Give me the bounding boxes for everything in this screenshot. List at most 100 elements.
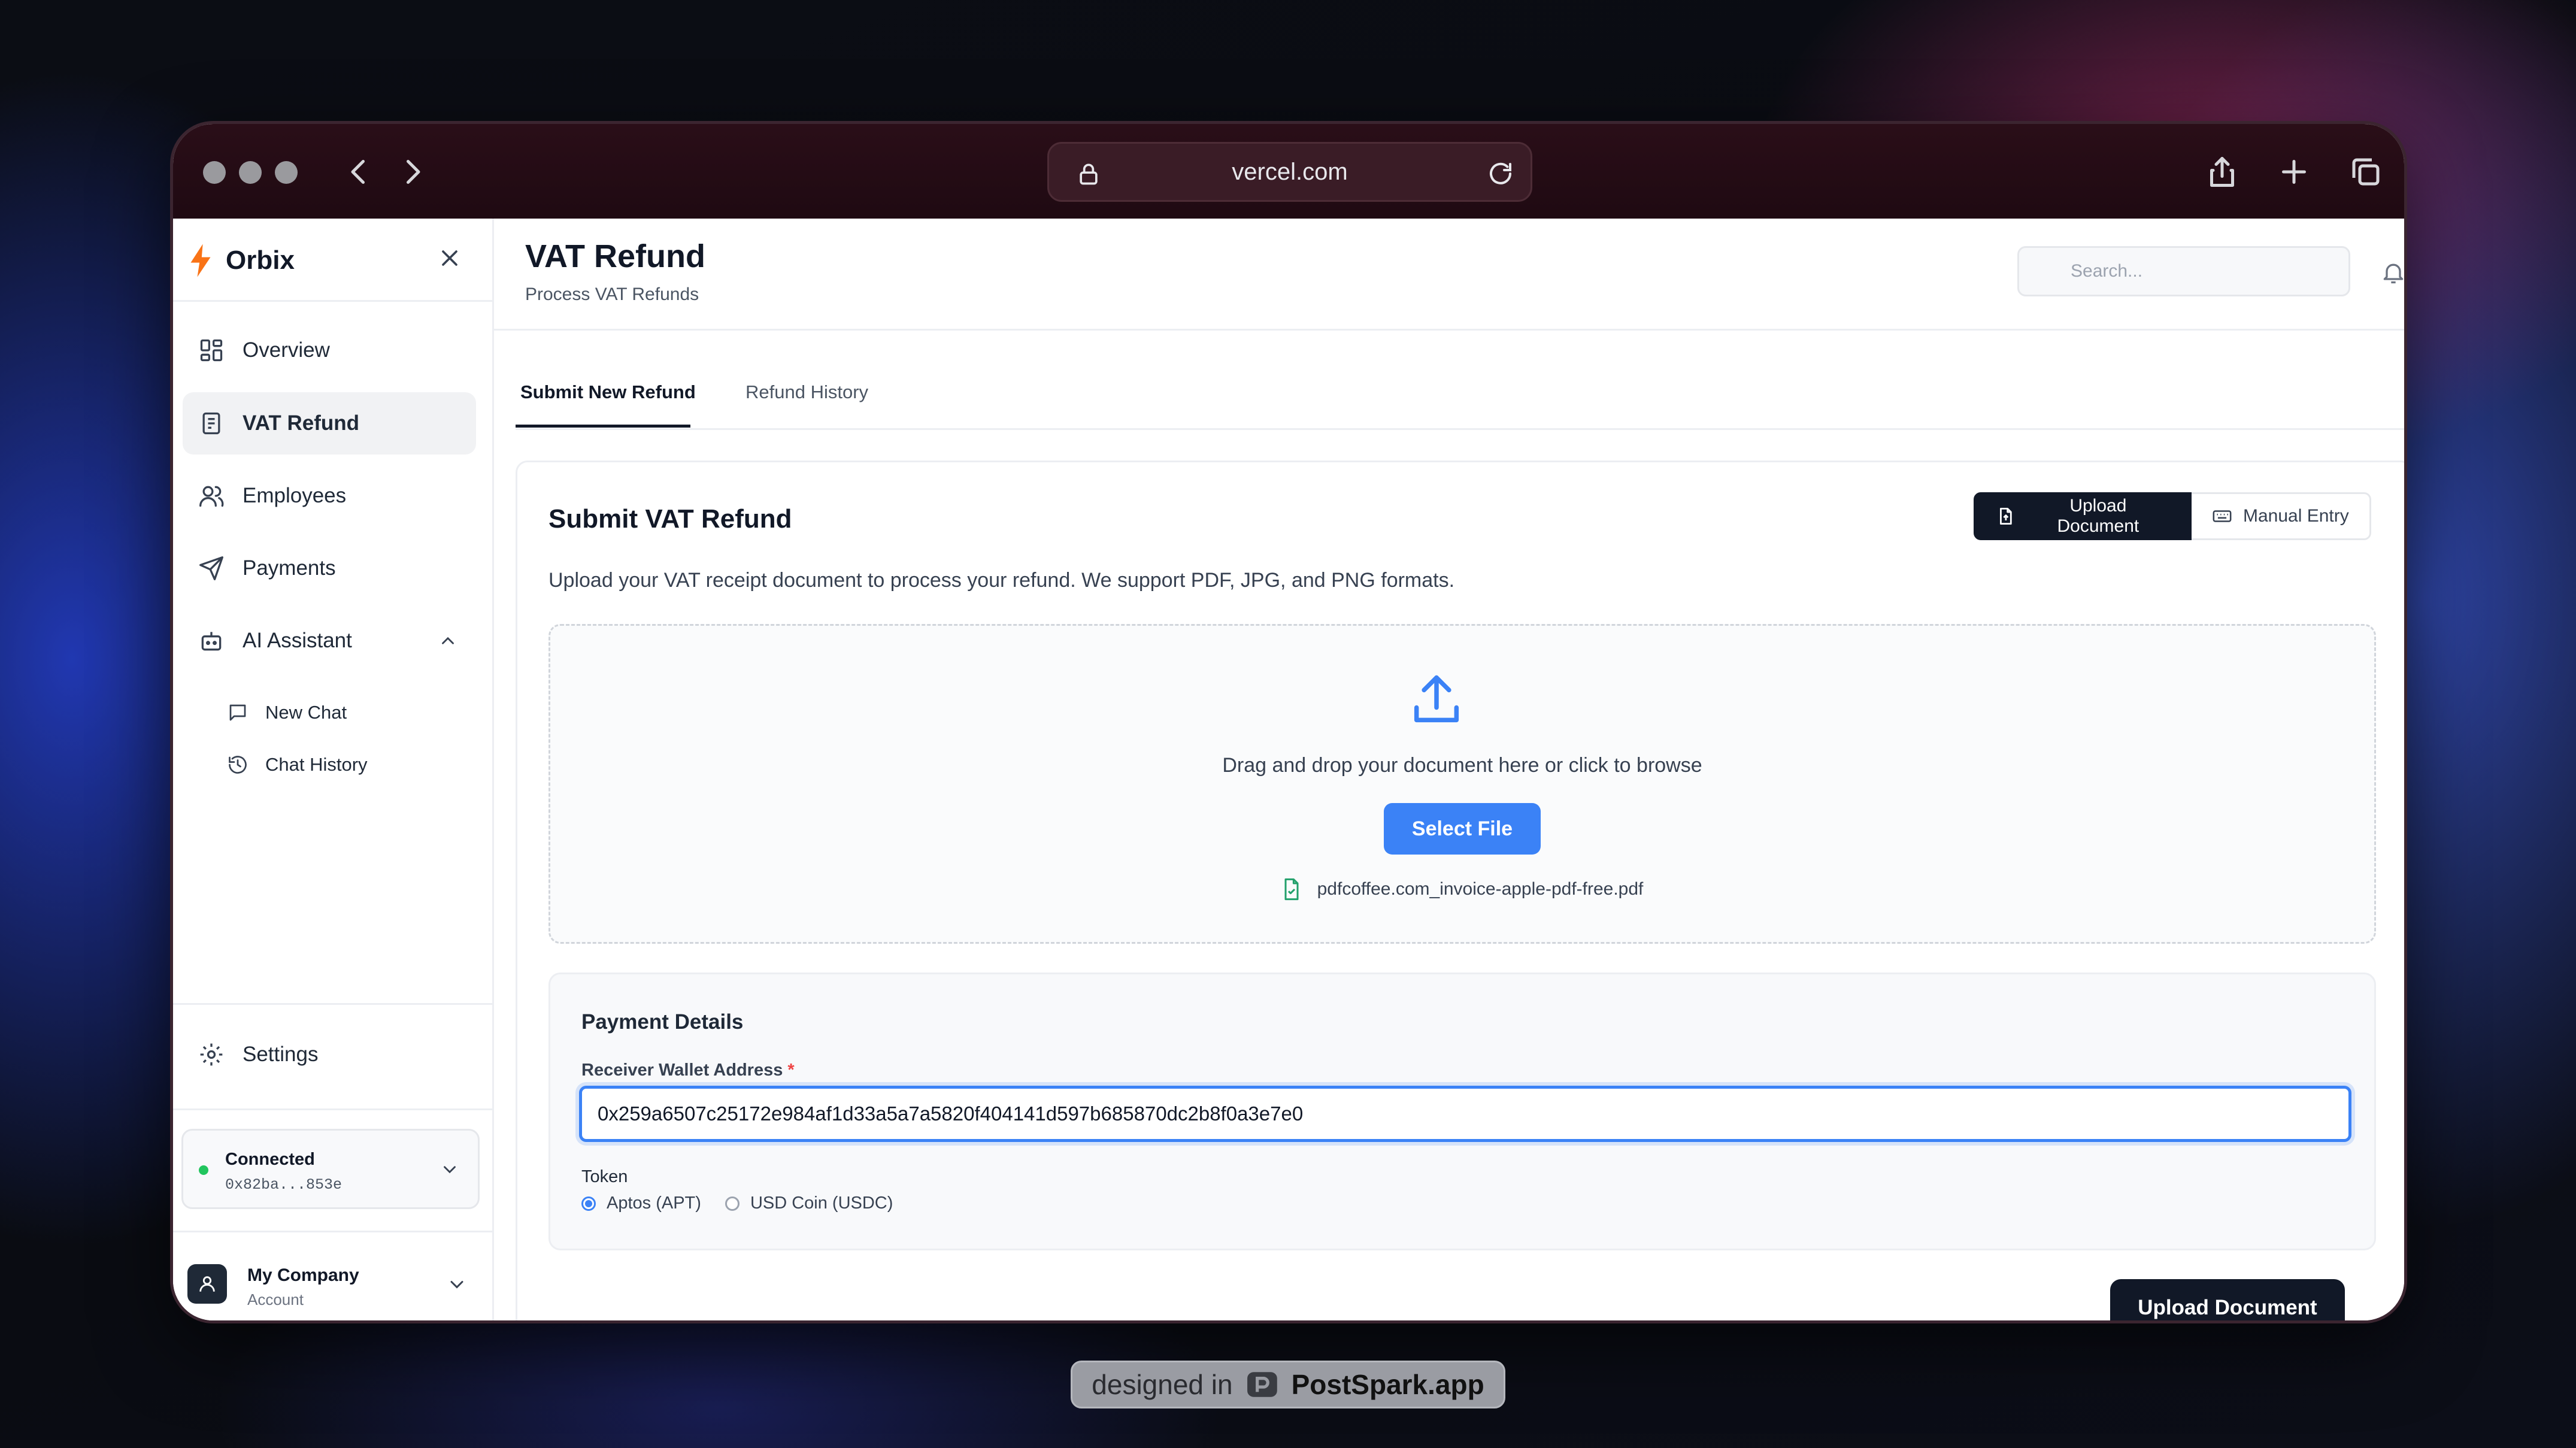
tabs-divider bbox=[516, 428, 2404, 430]
divider bbox=[173, 1003, 494, 1005]
sidebar-item-vat-refund[interactable]: VAT Refund bbox=[183, 392, 476, 455]
sidebar-item-payments[interactable]: Payments bbox=[183, 537, 476, 599]
main-content: VAT Refund Process VAT Refunds Submit Ne… bbox=[494, 219, 2404, 1320]
header-divider bbox=[494, 329, 2404, 331]
brand-name: Orbix bbox=[226, 246, 295, 275]
receipt-icon bbox=[202, 412, 220, 435]
account-name: My Company bbox=[247, 1265, 359, 1285]
forward-arrow-icon[interactable] bbox=[395, 154, 431, 190]
users-icon bbox=[199, 486, 224, 507]
upload-document-submit-button[interactable]: Upload Document bbox=[2110, 1279, 2345, 1320]
new-tab-plus-icon[interactable] bbox=[2276, 154, 2312, 190]
badge-brand: PostSpark.app bbox=[1291, 1369, 1484, 1400]
file-dropzone[interactable]: Drag and drop your document here or clic… bbox=[548, 624, 2376, 944]
keyboard-icon bbox=[2213, 510, 2232, 522]
tabs-overview-icon[interactable] bbox=[2348, 154, 2384, 190]
tab-submit-new-refund[interactable]: Submit New Refund bbox=[520, 381, 696, 417]
bell-icon[interactable] bbox=[2380, 258, 2404, 287]
chat-icon bbox=[229, 704, 246, 721]
payment-details-section: Payment Details Receiver Wallet Address … bbox=[548, 973, 2376, 1250]
upload-document-mode-label: Upload Document bbox=[2057, 496, 2139, 536]
close-icon[interactable] bbox=[437, 245, 463, 271]
active-tab-indicator bbox=[516, 425, 690, 428]
back-arrow-icon[interactable] bbox=[341, 154, 377, 190]
upload-document-mode-button[interactable]: Upload Document bbox=[1974, 492, 2192, 540]
dropzone-text: Drag and drop your document here or clic… bbox=[1222, 754, 1702, 777]
payment-details-title: Payment Details bbox=[581, 1010, 744, 1034]
bot-icon bbox=[201, 632, 222, 651]
sidebar-item-employees[interactable]: Employees bbox=[183, 465, 476, 527]
send-icon bbox=[199, 556, 223, 580]
divider bbox=[173, 300, 494, 302]
sidebar-item-label: Overview bbox=[243, 338, 330, 362]
file-upload-icon bbox=[2000, 507, 2012, 525]
chevron-down-icon bbox=[450, 1281, 463, 1289]
radio-usdc-label[interactable]: USD Coin (USDC) bbox=[750, 1193, 893, 1213]
refund-form-card: Submit VAT Refund Upload Document Manual… bbox=[516, 461, 2404, 1320]
sidebar-subitem-label: Chat History bbox=[265, 754, 368, 775]
sidebar: Orbix Overview VAT Refund Employees Paym… bbox=[173, 219, 494, 1320]
account-switcher[interactable]: My Company Account bbox=[181, 1255, 480, 1314]
gear-icon bbox=[200, 1043, 223, 1066]
form-title: Submit VAT Refund bbox=[548, 504, 792, 534]
sidebar-item-overview[interactable]: Overview bbox=[183, 319, 476, 381]
grid-icon bbox=[200, 339, 223, 362]
required-mark: * bbox=[787, 1061, 795, 1080]
account-role: Account bbox=[247, 1291, 304, 1308]
manual-entry-mode-button[interactable]: Manual Entry bbox=[2192, 492, 2371, 540]
user-icon bbox=[199, 1276, 215, 1292]
sidebar-item-label: AI Assistant bbox=[243, 629, 352, 652]
app-container: Orbix Overview VAT Refund Employees Paym… bbox=[173, 219, 2404, 1320]
history-icon bbox=[229, 756, 247, 774]
select-file-button[interactable]: Select File bbox=[1384, 803, 1541, 855]
divider bbox=[173, 1231, 494, 1232]
wallet-connection-dropdown[interactable]: Connected 0x82ba...853e bbox=[181, 1129, 480, 1209]
postspark-logo-icon bbox=[1247, 1372, 1277, 1397]
share-icon[interactable] bbox=[2204, 154, 2240, 190]
badge-prefix: designed in bbox=[1092, 1369, 1233, 1400]
upload-icon bbox=[1414, 675, 1459, 723]
sidebar-item-label: VAT Refund bbox=[243, 411, 360, 435]
page-subtitle: Process VAT Refunds bbox=[525, 284, 699, 304]
maximize-window-dot[interactable] bbox=[275, 161, 298, 184]
minimize-window-dot[interactable] bbox=[239, 161, 262, 184]
connected-status-dot bbox=[199, 1165, 208, 1175]
selected-file-name: pdfcoffee.com_invoice-apple-pdf-free.pdf bbox=[1317, 879, 1644, 899]
wallet-status: Connected bbox=[225, 1150, 315, 1169]
wallet-address-input[interactable] bbox=[579, 1086, 2351, 1142]
sidebar-item-ai-assistant[interactable]: AI Assistant bbox=[183, 610, 476, 672]
token-radio-group: Aptos (APT) USD Coin (USDC) bbox=[581, 1193, 893, 1213]
wallet-address-label-text: Receiver Wallet Address bbox=[581, 1061, 783, 1080]
search-input[interactable] bbox=[2017, 246, 2350, 296]
browser-titlebar: vercel.com bbox=[173, 124, 2404, 219]
sidebar-subitem-chat-history[interactable]: Chat History bbox=[227, 744, 368, 786]
form-description: Upload your VAT receipt document to proc… bbox=[548, 569, 1455, 592]
divider bbox=[173, 1108, 494, 1110]
postspark-badge: designed in PostSpark.app bbox=[1071, 1361, 1505, 1408]
wallet-address: 0x82ba...853e bbox=[225, 1176, 343, 1193]
browser-window: vercel.com Orbix Overview VAT Refund Emp… bbox=[170, 121, 2407, 1323]
address-bar[interactable]: vercel.com bbox=[1047, 142, 1532, 202]
sidebar-item-label: Payments bbox=[243, 556, 336, 580]
brand[interactable]: Orbix bbox=[187, 243, 295, 278]
chevron-down-icon bbox=[444, 1166, 456, 1174]
sidebar-subitem-new-chat[interactable]: New Chat bbox=[227, 692, 347, 734]
token-label: Token bbox=[581, 1167, 628, 1186]
avatar bbox=[187, 1264, 227, 1304]
page-title: VAT Refund bbox=[525, 238, 705, 274]
sidebar-subitem-label: New Chat bbox=[265, 702, 347, 723]
lock-icon bbox=[1080, 163, 1098, 185]
sidebar-item-label: Employees bbox=[243, 484, 347, 507]
radio-aptos[interactable] bbox=[581, 1196, 596, 1211]
wallet-address-label: Receiver Wallet Address * bbox=[581, 1061, 795, 1080]
radio-usdc[interactable] bbox=[725, 1196, 740, 1211]
url-text: vercel.com bbox=[1232, 158, 1348, 185]
chevron-up-icon[interactable] bbox=[438, 631, 458, 651]
sidebar-item-label: Settings bbox=[243, 1043, 319, 1066]
reload-icon[interactable] bbox=[1486, 159, 1515, 188]
tab-refund-history[interactable]: Refund History bbox=[745, 381, 868, 417]
close-window-dot[interactable] bbox=[203, 161, 226, 184]
radio-aptos-label[interactable]: Aptos (APT) bbox=[607, 1193, 701, 1213]
file-check-icon bbox=[1284, 878, 1299, 901]
sidebar-item-settings[interactable]: Settings bbox=[183, 1023, 476, 1086]
